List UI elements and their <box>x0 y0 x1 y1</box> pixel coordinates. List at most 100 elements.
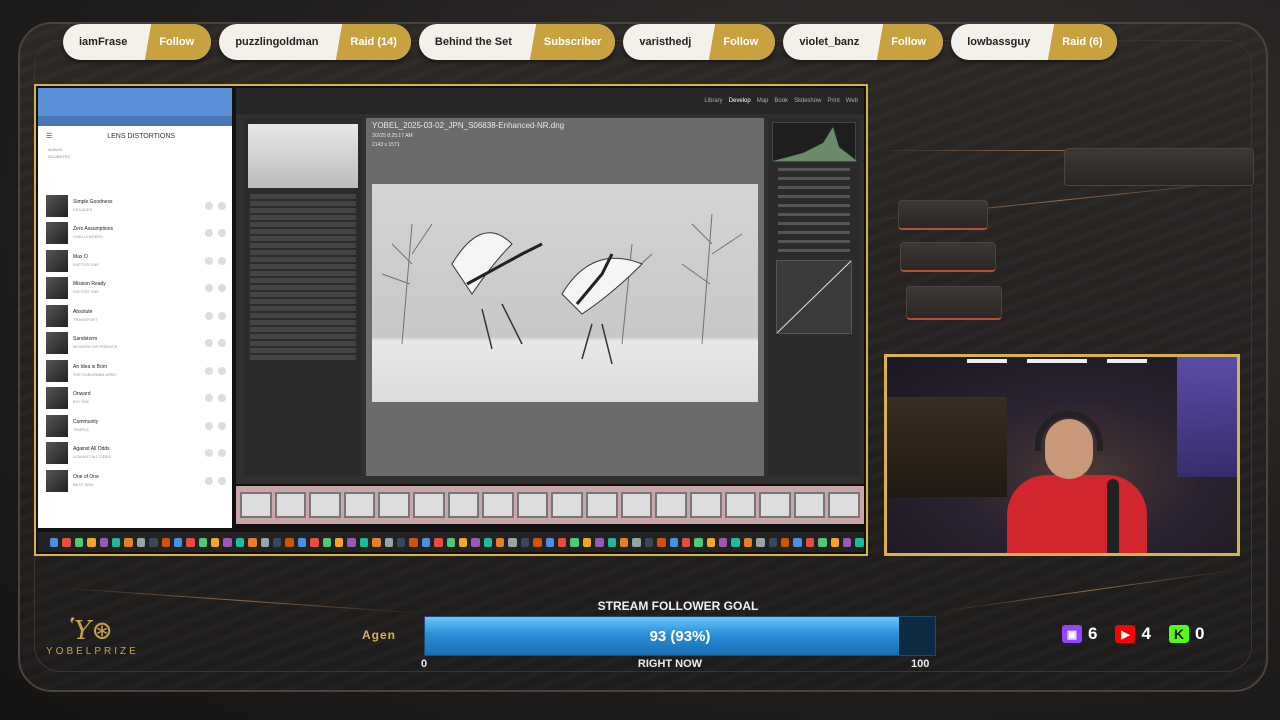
dock-app-icon[interactable] <box>87 537 96 547</box>
dock-app-icon[interactable] <box>334 537 344 547</box>
dock-app-icon[interactable] <box>62 537 71 547</box>
slider[interactable] <box>778 240 850 243</box>
track-more-icon[interactable] <box>218 229 226 238</box>
dock-app-icon[interactable] <box>471 537 480 547</box>
dock-app-icon[interactable] <box>322 537 331 547</box>
dock-app-icon[interactable] <box>607 537 616 547</box>
dock-app-icon[interactable] <box>124 537 133 547</box>
filmstrip[interactable] <box>236 486 864 524</box>
slider[interactable] <box>778 195 850 198</box>
dock-app-icon[interactable] <box>595 537 604 547</box>
track-more-icon[interactable] <box>218 256 226 265</box>
dock-app-icon[interactable] <box>644 537 654 547</box>
slider[interactable] <box>778 168 850 171</box>
tone-curve[interactable] <box>776 260 852 334</box>
track-more-icon[interactable] <box>218 284 226 293</box>
slider[interactable] <box>778 222 850 225</box>
dock-app-icon[interactable] <box>235 537 245 547</box>
track-add-icon[interactable] <box>205 339 213 348</box>
dock-app-icon[interactable] <box>793 537 802 547</box>
module-map[interactable]: Map <box>757 98 769 104</box>
slider[interactable] <box>778 231 850 234</box>
track-more-icon[interactable] <box>218 311 226 320</box>
track-more-icon[interactable] <box>218 394 226 403</box>
slider[interactable] <box>778 213 850 216</box>
dock-app-icon[interactable] <box>657 537 666 547</box>
track-row[interactable]: One of One BEST SON <box>38 467 232 495</box>
track-add-icon[interactable] <box>205 421 213 430</box>
dock-app-icon[interactable] <box>830 537 839 547</box>
dock-app-icon[interactable] <box>706 537 716 547</box>
dock-app-icon[interactable] <box>347 537 356 547</box>
dock-app-icon[interactable] <box>446 537 455 547</box>
track-row[interactable]: Max O FACTOR ONE <box>38 247 232 275</box>
dock-app-icon[interactable] <box>273 537 282 547</box>
track-add-icon[interactable] <box>205 476 213 485</box>
dock-app-icon[interactable] <box>173 537 183 547</box>
track-row[interactable]: Against All Odds AGAINST ALL ODDS <box>38 440 232 468</box>
track-more-icon[interactable] <box>218 476 226 485</box>
dock-app-icon[interactable] <box>818 537 827 547</box>
dock-app-icon[interactable] <box>434 537 443 547</box>
dock-app-icon[interactable] <box>496 537 505 547</box>
dock-app-icon[interactable] <box>743 537 753 547</box>
browser-tab-bar[interactable] <box>38 88 232 116</box>
module-web[interactable]: Web <box>846 98 858 104</box>
track-row[interactable]: Zero Assumptions CHALLENGERS <box>38 220 232 248</box>
dock-app-icon[interactable] <box>396 537 406 547</box>
dock-app-icon[interactable] <box>260 537 270 547</box>
track-row[interactable]: Community TEMPLE <box>38 412 232 440</box>
dock-app-icon[interactable] <box>632 537 641 547</box>
track-add-icon[interactable] <box>205 449 213 458</box>
track-row[interactable]: Simple Goodness DECADES <box>38 192 232 220</box>
slider[interactable] <box>778 204 850 207</box>
menu-icon[interactable]: ☰ <box>46 132 52 140</box>
track-add-icon[interactable] <box>205 201 213 210</box>
dock-app-icon[interactable] <box>681 537 691 547</box>
dock-app-icon[interactable] <box>136 537 146 547</box>
track-add-icon[interactable] <box>205 229 213 238</box>
track-row[interactable]: Mission Ready FACTOR ONE <box>38 275 232 303</box>
dock-app-icon[interactable] <box>111 537 121 547</box>
dock-app-icon[interactable] <box>149 537 158 547</box>
module-print[interactable]: Print <box>827 98 839 104</box>
dock-app-icon[interactable] <box>558 537 567 547</box>
dock-app-icon[interactable] <box>768 537 778 547</box>
dock-app-icon[interactable] <box>619 537 629 547</box>
track-row[interactable]: Absolute TRANSPORT <box>38 302 232 330</box>
dock-app-icon[interactable] <box>545 537 555 547</box>
slider[interactable] <box>778 249 850 252</box>
dock-app-icon[interactable] <box>719 537 728 547</box>
dock-app-icon[interactable] <box>781 537 790 547</box>
dock-app-icon[interactable] <box>161 537 170 547</box>
track-add-icon[interactable] <box>205 284 213 293</box>
dock-app-icon[interactable] <box>99 537 108 547</box>
track-add-icon[interactable] <box>205 256 213 265</box>
module-book[interactable]: Book <box>774 98 788 104</box>
track-row[interactable]: Onward BIG SHE <box>38 385 232 413</box>
dock-app-icon[interactable] <box>520 537 530 547</box>
dock-app-icon[interactable] <box>843 537 852 547</box>
dock-app-icon[interactable] <box>409 537 418 547</box>
track-more-icon[interactable] <box>218 201 226 210</box>
dock-app-icon[interactable] <box>669 537 678 547</box>
track-row[interactable]: An Idea is Born THE SUBURBAN ARMY <box>38 357 232 385</box>
dock-app-icon[interactable] <box>74 537 84 547</box>
dock-app-icon[interactable] <box>384 537 393 547</box>
track-add-icon[interactable] <box>205 394 213 403</box>
dock-app-icon[interactable] <box>186 537 195 547</box>
crane-photo[interactable] <box>372 184 758 402</box>
navigator-preview[interactable] <box>248 124 358 188</box>
dock-app-icon[interactable] <box>310 537 319 547</box>
track-more-icon[interactable] <box>218 449 226 458</box>
dock-app-icon[interactable] <box>211 537 220 547</box>
dock-app-icon[interactable] <box>285 537 294 547</box>
module-develop[interactable]: Develop <box>729 98 751 104</box>
dock-app-icon[interactable] <box>297 537 307 547</box>
dock-app-icon[interactable] <box>533 537 542 547</box>
browser-address-bar[interactable] <box>38 116 232 126</box>
dock-app-icon[interactable] <box>458 537 468 547</box>
dock-app-icon[interactable] <box>483 537 493 547</box>
dock-app-icon[interactable] <box>223 537 232 547</box>
track-more-icon[interactable] <box>218 421 226 430</box>
